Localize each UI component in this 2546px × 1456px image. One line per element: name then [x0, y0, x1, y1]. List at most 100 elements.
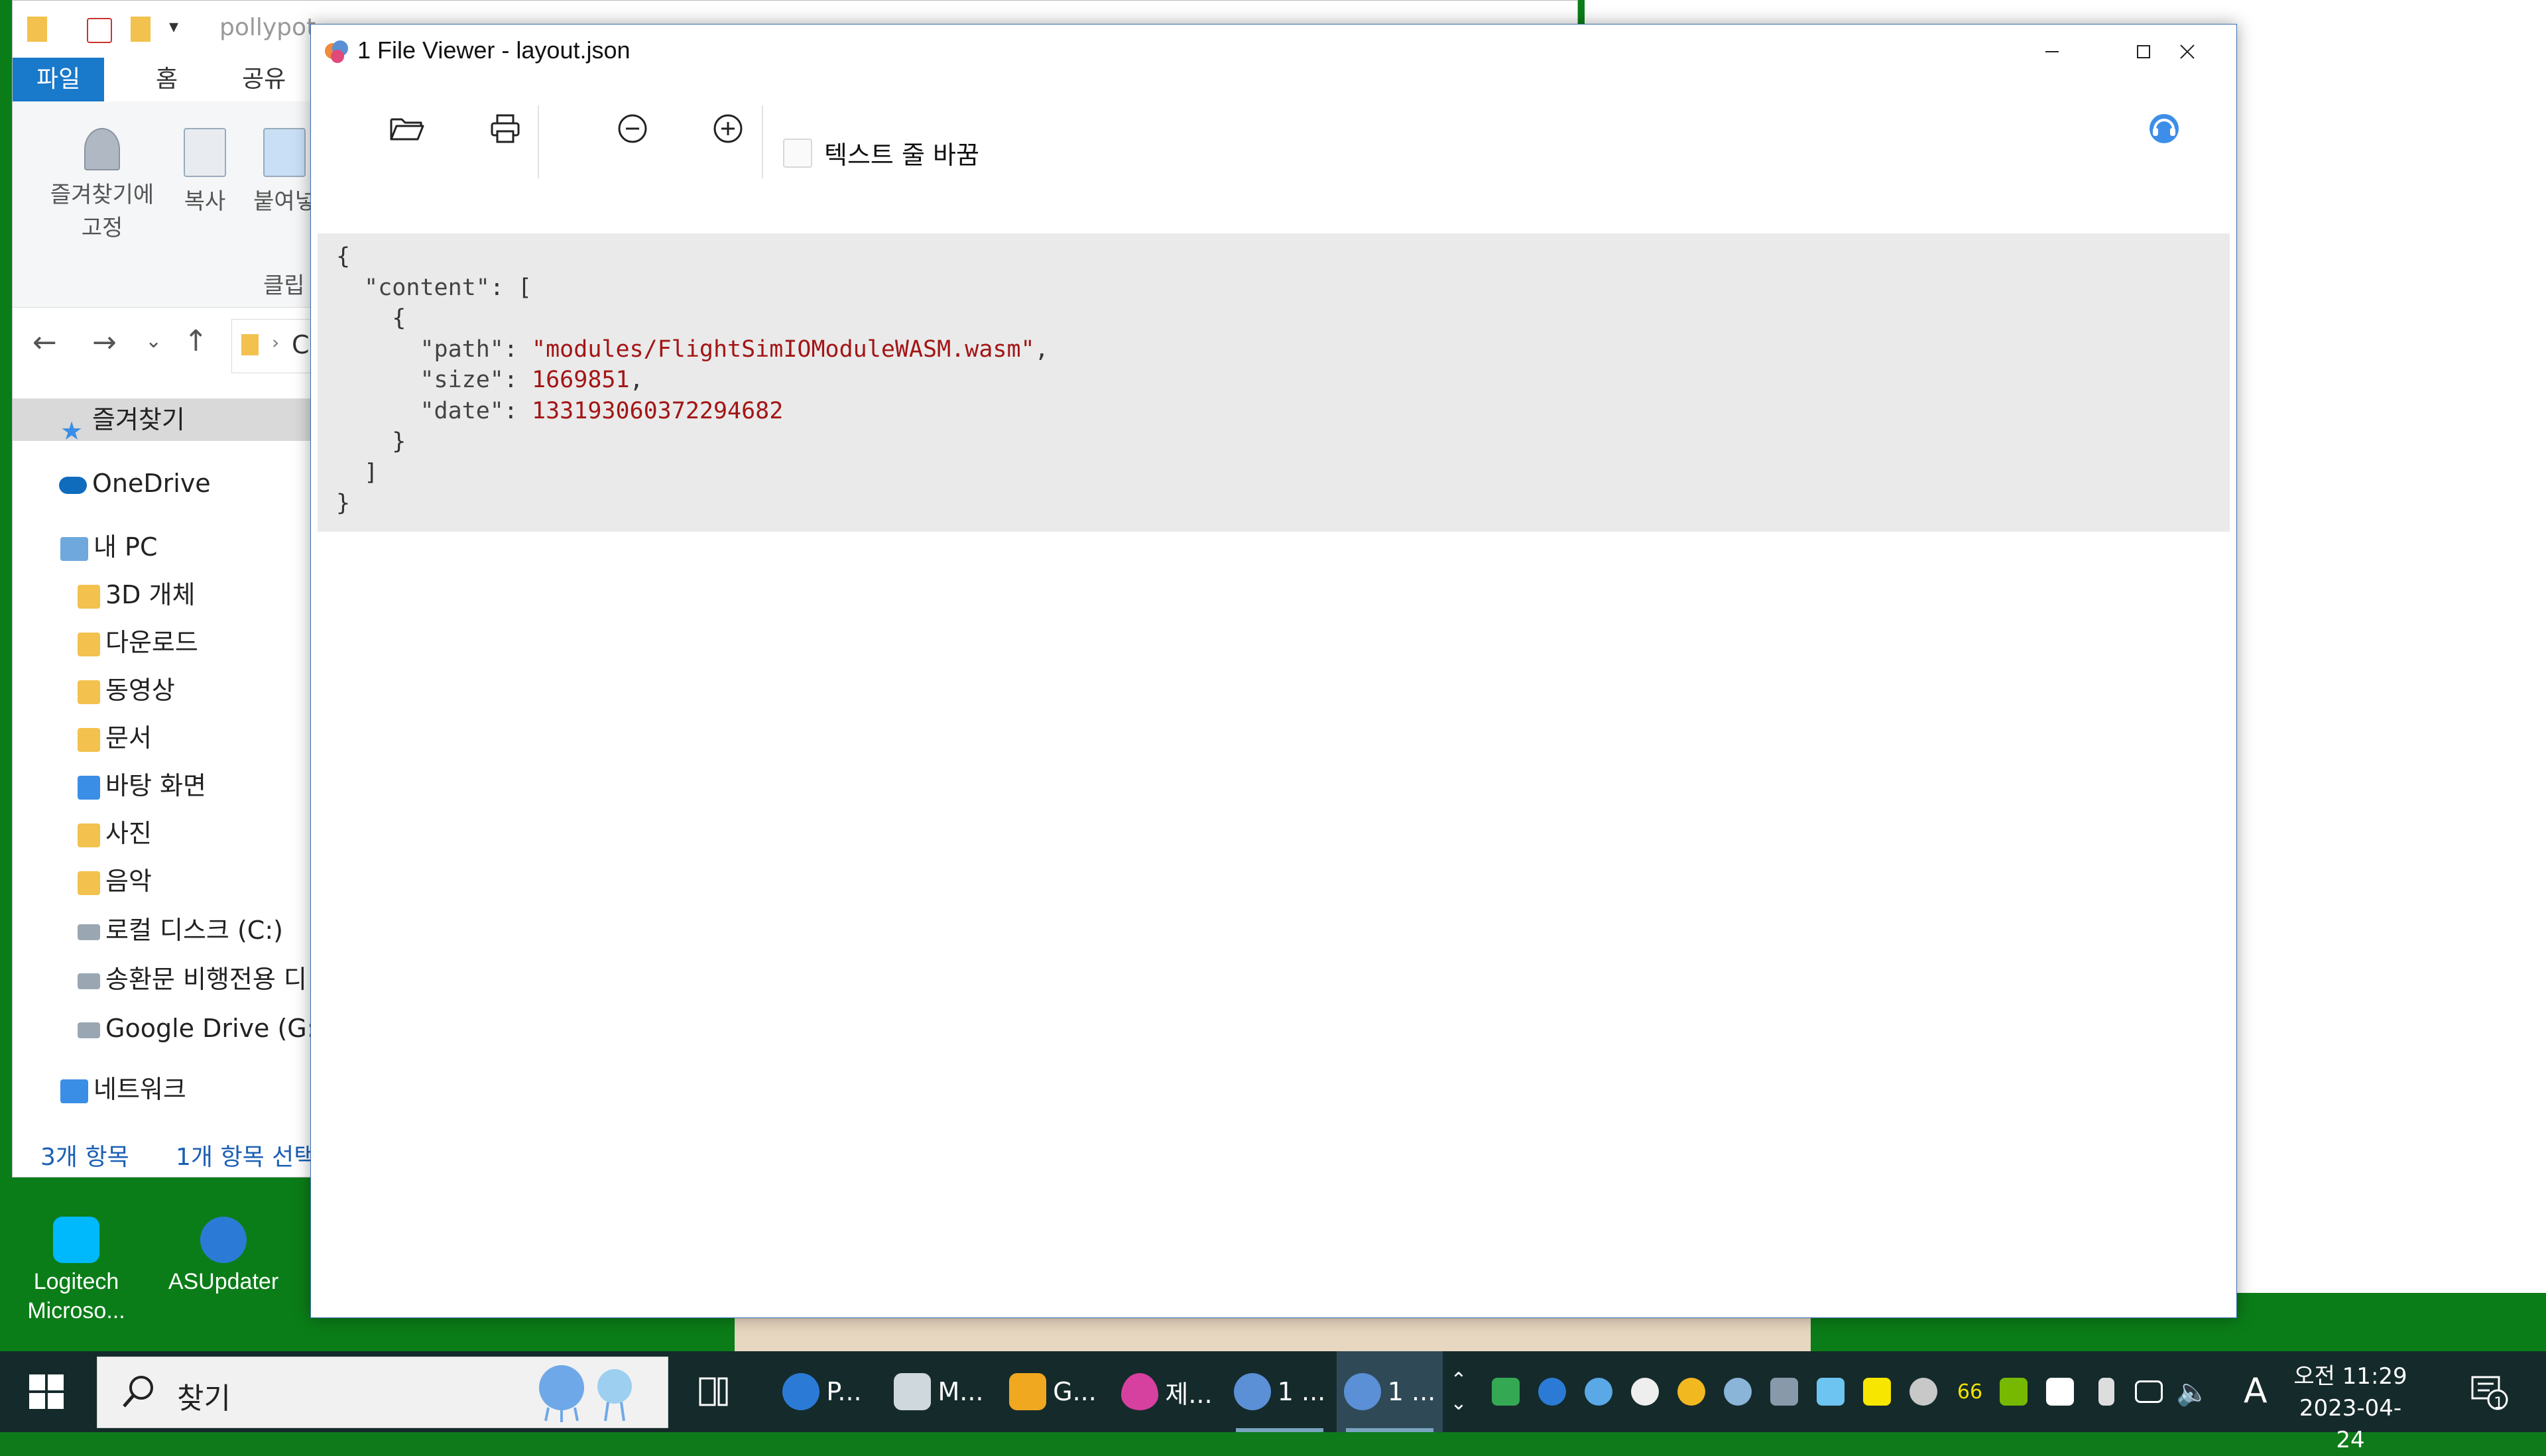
documents-folder-icon — [78, 727, 100, 752]
desktop-icon-logitech[interactable]: Logitech Microso... — [0, 1217, 152, 1325]
taskbar-app-label: 1 ... — [1277, 1377, 1326, 1406]
tray-volume[interactable]: 🔈 — [2169, 1351, 2216, 1432]
nav-drive-g[interactable]: Google Drive (G:) — [13, 1007, 325, 1050]
minimize-button[interactable] — [2006, 25, 2098, 79]
downloads-folder-icon — [78, 632, 100, 656]
forward-arrow-icon[interactable]: → — [92, 326, 117, 359]
new-folder-icon[interactable] — [131, 17, 151, 42]
print-button[interactable] — [475, 99, 535, 158]
json-number-value: 133193060372294682 — [532, 397, 784, 424]
back-arrow-icon[interactable]: ← — [32, 326, 57, 359]
taskbar-app-label: G... — [1053, 1377, 1097, 1406]
nav-this-pc[interactable]: 내 PC — [13, 526, 158, 568]
json-string-value: "modules/FlightSimIOModuleWASM.wasm" — [532, 335, 1035, 363]
show-hidden-icons-button[interactable]: ⌃ ⌄ — [1439, 1351, 1479, 1432]
nav-folder-videos[interactable]: 동영상 — [13, 669, 175, 711]
taskbar-app-4[interactable]: 제... — [1114, 1351, 1220, 1432]
tray-app[interactable] — [1622, 1351, 1668, 1432]
tray-nvidia[interactable] — [1990, 1351, 2037, 1432]
feedback-button[interactable] — [2134, 99, 2194, 158]
nav-folder-music[interactable]: 음악 — [13, 860, 152, 902]
json-key: "size" — [420, 367, 504, 393]
steam-icon — [1724, 1378, 1752, 1406]
nav-folder-documents[interactable]: 문서 — [13, 717, 152, 759]
tray-app[interactable] — [1807, 1351, 1854, 1432]
desktop-icon-asupdater[interactable]: ASUpdater — [147, 1217, 300, 1296]
nav-label: 문서 — [105, 723, 152, 753]
up-arrow-icon[interactable]: ↑ — [184, 324, 208, 358]
tray-badge[interactable]: 66 — [1947, 1351, 1993, 1432]
taskbar-clock[interactable]: 오전 11:29 2023-04-24 — [2287, 1361, 2413, 1456]
taskbar-app-3[interactable]: G... — [1000, 1351, 1106, 1432]
nav-network[interactable]: 네트워크 — [13, 1068, 186, 1111]
drop-app-icon — [1121, 1373, 1159, 1410]
taskbar-app-1[interactable]: P... — [769, 1351, 875, 1432]
tab-file[interactable]: 파일 — [13, 58, 105, 101]
taskbar-app-2[interactable]: M... — [886, 1351, 992, 1432]
tray-network[interactable] — [2126, 1351, 2172, 1432]
notification-center-button[interactable]: 1 — [2460, 1351, 2519, 1432]
nav-label: 사진 — [105, 819, 152, 848]
recent-locations-icon[interactable]: ⌄ — [145, 330, 162, 353]
copy-button[interactable]: 복사 — [165, 128, 245, 218]
open-file-button[interactable] — [377, 99, 437, 158]
tray-steam[interactable] — [1715, 1351, 1761, 1432]
json-key: "content" — [364, 274, 490, 301]
json-content-view[interactable]: { "content": [ { "path": "modules/Flight… — [318, 233, 2230, 532]
nav-favorites[interactable]: ★ 즐겨찾기 — [13, 398, 359, 446]
nav-label: 동영상 — [105, 676, 175, 705]
close-button[interactable] — [2141, 25, 2234, 79]
feedback-icon — [2150, 114, 2179, 143]
tray-app[interactable] — [1575, 1351, 1622, 1432]
zoom-out-icon — [618, 114, 647, 143]
paste-icon — [263, 128, 306, 177]
taskbar-app-6-active[interactable]: 1 ... — [1337, 1351, 1443, 1432]
tray-usb[interactable] — [2083, 1351, 2130, 1432]
nav-drive-d[interactable]: 송환문 비행전용 디 — [13, 958, 307, 1001]
windows-logo-icon — [29, 1374, 64, 1409]
nav-label: OneDrive — [92, 469, 211, 498]
running-indicator — [1236, 1428, 1323, 1432]
ime-indicator[interactable]: A — [2244, 1371, 2268, 1411]
nav-folder-pictures[interactable]: 사진 — [13, 812, 152, 855]
nav-folder-3d[interactable]: 3D 개체 — [13, 574, 195, 616]
start-button[interactable] — [28, 1351, 65, 1432]
tray-app[interactable] — [1900, 1351, 1947, 1432]
taskbar-app-label: 제... — [1165, 1379, 1213, 1409]
zoom-out-button[interactable] — [603, 99, 662, 158]
nav-drive-c[interactable]: 로컬 디스크 (C:) — [13, 909, 283, 951]
file-viewer-window: 1 File Viewer - layout.json 텍스트 줄 바꿈 {"… — [310, 24, 2237, 1318]
tray-app[interactable] — [1761, 1351, 1807, 1432]
speaker-icon: 🔈 — [2176, 1376, 2209, 1408]
search-icon — [120, 1373, 157, 1413]
nav-label: 음악 — [105, 867, 152, 896]
folder-icon — [27, 17, 47, 42]
copy-icon — [184, 128, 226, 177]
c-app-icon — [1538, 1378, 1566, 1406]
nav-folder-downloads[interactable]: 다운로드 — [13, 621, 198, 664]
word-wrap-label[interactable]: 텍스트 줄 바꿈 — [824, 135, 979, 171]
taskbar-app-5[interactable]: 1 ... — [1227, 1351, 1333, 1432]
tray-defender[interactable] — [2037, 1351, 2083, 1432]
nav-label: 송환문 비행전용 디 — [105, 965, 307, 994]
word-wrap-checkbox[interactable] — [783, 139, 812, 168]
tray-kakaotalk[interactable] — [1854, 1351, 1900, 1432]
nav-onedrive[interactable]: OneDrive — [13, 462, 211, 505]
tray-app[interactable] — [1668, 1351, 1715, 1432]
task-view-button[interactable] — [695, 1351, 732, 1432]
tray-google-drive[interactable] — [1483, 1351, 1529, 1432]
nav-label: 3D 개체 — [105, 580, 196, 609]
zoom-in-button[interactable] — [698, 99, 758, 158]
pin-to-quick-access-button[interactable]: 즐겨찾기에 고정 — [26, 128, 178, 245]
tray-app[interactable] — [1529, 1351, 1575, 1432]
quick-access-dropdown-icon[interactable]: ▾ — [169, 15, 178, 37]
zoom-in-icon — [713, 114, 743, 143]
properties-check-icon[interactable] — [87, 18, 112, 43]
nav-folder-desktop[interactable]: 바탕 화면 — [13, 764, 206, 807]
taskbar-search-box[interactable]: 찾기 — [97, 1357, 668, 1428]
lock-icon — [1770, 1378, 1798, 1406]
json-number-value: 1669851 — [532, 367, 630, 393]
tab-home[interactable]: 홈 — [132, 58, 202, 101]
nav-label: 즐겨찾기 — [92, 405, 185, 434]
tab-share[interactable]: 공유 — [218, 58, 310, 101]
